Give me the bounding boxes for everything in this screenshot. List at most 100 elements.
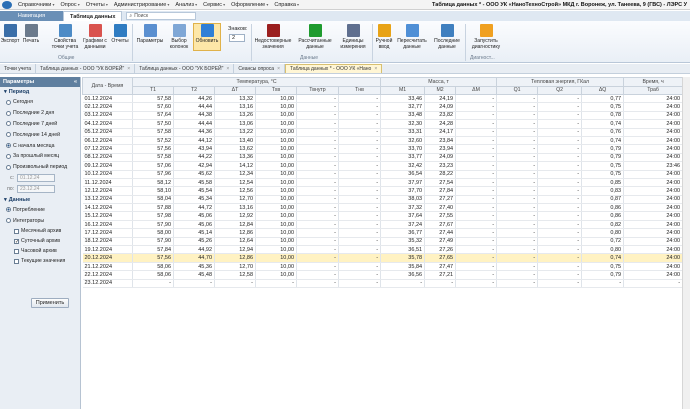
table-row[interactable]: 07.12.2024 57,56 43,94 13,62 10,00- -33,70 23,… (82, 144, 684, 154)
document-tab[interactable]: Таблица данных - ООО "УК БОРЕЙ" × (36, 64, 136, 73)
table-row[interactable]: 19.12.2024 57,84 44,92 12,94 10,00- -36,51 27,… (82, 245, 684, 255)
table-row[interactable]: 05.12.2024 57,58 44,36 13,22 10,00- -33,31 24,… (82, 128, 684, 137)
column-header[interactable]: T1 (132, 85, 174, 95)
date-from-input[interactable]: 01.12.24 (17, 174, 55, 183)
column-header[interactable]: Траб (623, 85, 684, 95)
vertical-scrollbar[interactable] (682, 77, 690, 409)
menu-item[interactable]: Опрос (57, 2, 82, 8)
table-row[interactable]: 01.12.2024 57,58 44,26 13,32 10,00- -33,46 24,… (82, 94, 684, 104)
period-section[interactable]: ▾ Период (0, 87, 80, 97)
radio-button[interactable] (6, 164, 11, 170)
close-icon[interactable]: × (226, 66, 229, 72)
table-row[interactable]: 12.12.2024 58,10 45,54 12,56 10,00- -37,70 27,… (82, 186, 684, 196)
close-icon[interactable]: × (277, 66, 280, 72)
radio-option[interactable]: С начала месяца (0, 140, 80, 151)
table-row[interactable]: 20.12.2024 57,56 44,70 12,86 10,00- -35,78 27,… (82, 253, 684, 263)
menu-item[interactable]: Справка (271, 2, 302, 8)
table-row[interactable]: 15.12.2024 57,98 45,06 12,92 10,00- -37,64 27,… (82, 211, 684, 221)
column-header[interactable]: Q2 (537, 85, 583, 95)
checkbox[interactable] (14, 258, 19, 264)
checkbox[interactable]: ✓ (14, 238, 19, 244)
column-header[interactable]: Тнв (337, 85, 382, 95)
document-tab[interactable]: Таблица данных * - ООО УК «Нано × (285, 64, 383, 73)
menu-item[interactable]: Сервис (200, 2, 228, 8)
print-button[interactable]: Печать (21, 24, 41, 45)
data-section[interactable]: ▾ Данные (0, 195, 80, 205)
radio-option[interactable]: За прошлый месяц (0, 151, 80, 162)
collapse-icon[interactable]: « (74, 79, 77, 85)
column-header[interactable]: Q1 (496, 85, 539, 95)
checkbox[interactable] (14, 228, 19, 234)
radio-button[interactable] (6, 143, 11, 149)
digits-spinner[interactable]: 2 (229, 34, 245, 42)
last-data-button[interactable]: Последние данные (432, 24, 462, 50)
radio-option[interactable]: Последние 14 дней (0, 129, 80, 140)
unreliable-values-button[interactable]: Недостоверные значения (253, 24, 293, 50)
quick-search[interactable]: ⌕ Поиск (126, 12, 197, 20)
table-row[interactable]: 10.12.2024 57,96 45,62 12,34 10,00- -36,54 28,… (82, 170, 684, 179)
calculated-data-button[interactable]: Рассчитанные данные (296, 24, 334, 50)
column-header[interactable]: ΔT (214, 85, 256, 95)
table-row[interactable]: 18.12.2024 57,90 45,26 12,64 10,00- -35,32 27,… (82, 237, 684, 247)
refresh-button[interactable]: Обновить (193, 23, 221, 51)
table-row[interactable]: 23.12.2024- - - - - - - - - - - - - (82, 279, 684, 289)
table-row[interactable]: 09.12.2024 57,06 42,94 14,12 10,00- -32,42 23,… (82, 161, 684, 171)
column-header[interactable]: ΔQ (581, 85, 625, 95)
radio-option[interactable]: Сегодня (0, 97, 80, 108)
table-row[interactable]: 14.12.2024 57,88 44,72 13,16 10,00- -37,32 27,… (82, 203, 684, 213)
table-row[interactable]: 11.12.2024 58,12 45,58 12,54 10,00- -37,97 27,… (82, 178, 684, 188)
charts-button[interactable]: Графики с данными (81, 24, 109, 50)
radio-option[interactable]: Последние 7 дней (0, 119, 80, 130)
archive-option[interactable]: Месячный архив (8, 226, 80, 236)
column-header[interactable]: ΔM (455, 85, 498, 95)
archive-option[interactable]: ✓ Суточный архив (8, 236, 80, 246)
table-row[interactable]: 16.12.2024 57,90 45,06 12,84 10,00- -37,24 27,… (82, 220, 684, 230)
table-row[interactable]: 03.12.2024 57,64 44,38 13,26 10,00- -33,48 23,… (82, 111, 684, 121)
radio-button[interactable] (6, 153, 11, 159)
radio-button[interactable] (6, 132, 11, 138)
radio-option[interactable]: Последние 2 дня (0, 108, 80, 119)
table-row[interactable]: 04.12.2024 57,50 44,44 13,06 10,00- -32,30 24,… (82, 119, 684, 129)
menu-item[interactable]: Оформление (228, 2, 271, 8)
radio-button[interactable] (6, 110, 11, 116)
data-grid[interactable]: Дата - Время Температура, °С Масса, т Тепло… (82, 77, 690, 409)
tab-navigation[interactable]: Навигация (0, 11, 63, 21)
menu-item[interactable]: Анализ (172, 2, 200, 8)
reports-button[interactable]: Отчеты (110, 24, 130, 45)
tab-data-table[interactable]: Таблица данных (63, 11, 123, 21)
archive-option[interactable]: Часовой архив (8, 246, 80, 256)
menu-item[interactable]: Администрирование (111, 2, 173, 8)
column-header[interactable]: M2 (424, 85, 457, 95)
archive-option[interactable]: Текущие значения (8, 256, 80, 266)
radio-button[interactable] (6, 99, 11, 105)
menu-item[interactable]: Отчеты (83, 2, 111, 8)
radio-option[interactable]: Интеграторы (0, 215, 80, 226)
table-row[interactable]: 13.12.2024 58,04 45,34 12,70 10,00- -38,03 27,… (82, 195, 684, 205)
table-row[interactable]: 21.12.2024 58,06 45,36 12,70 10,00- -35,84 27,… (82, 262, 684, 272)
document-tab[interactable]: Таблица данных - ООО "УК БОРЕЙ" × (135, 64, 235, 73)
run-diagnostics-button[interactable]: Запустить диагностику (468, 24, 504, 50)
table-row[interactable]: 02.12.2024 57,60 44,44 13,16 10,00- -32,77 24,… (82, 102, 684, 112)
checkbox[interactable] (14, 248, 19, 254)
document-tab[interactable]: Точки учета (0, 64, 37, 73)
column-header[interactable]: M1 (380, 85, 426, 95)
manual-input-button[interactable]: Ручной ввод (374, 24, 394, 50)
close-icon[interactable]: × (127, 66, 130, 72)
close-icon[interactable]: × (374, 66, 377, 72)
document-tab[interactable]: Сеансы опроса × (234, 64, 285, 73)
column-header[interactable]: T2 (173, 85, 215, 95)
parameters-button[interactable]: Параметры (135, 24, 165, 45)
export-button[interactable]: Экспорт (1, 24, 19, 45)
column-select-button[interactable]: Выбор колонок (167, 24, 191, 50)
menu-item[interactable]: Справочники (15, 2, 57, 8)
table-row[interactable]: 06.12.2024 57,52 44,12 13,40 10,00- -32,60 23,… (82, 136, 684, 146)
column-header[interactable]: Тхв (255, 85, 297, 95)
radio-option[interactable]: Потребление (0, 205, 80, 216)
apply-button[interactable]: Применить (31, 298, 69, 308)
table-row[interactable]: 08.12.2024 57,58 44,22 13,36 10,00- -33,77 24,… (82, 153, 684, 163)
column-header[interactable]: Твнутр (296, 85, 339, 95)
radio-option[interactable]: Произвольный период (0, 162, 80, 173)
radio-button[interactable] (6, 218, 11, 224)
table-row[interactable]: 22.12.2024 58,06 45,48 12,58 10,00- -36,56 27,… (82, 270, 684, 280)
table-row[interactable]: 17.12.2024 58,00 45,14 12,86 10,00- -36,77 27,… (82, 228, 684, 238)
